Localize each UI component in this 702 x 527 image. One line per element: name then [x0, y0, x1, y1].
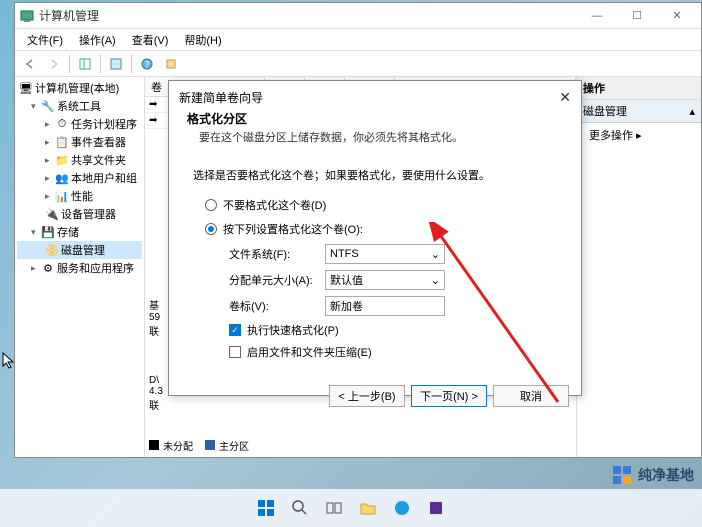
- cursor-icon: [2, 352, 16, 370]
- properties-button[interactable]: [105, 53, 127, 75]
- disk-icon: 📀: [45, 243, 59, 257]
- next-button[interactable]: 下一页(N) >: [411, 385, 487, 407]
- folder-icon: 📁: [55, 153, 69, 167]
- label-volume-label: 卷标(V):: [229, 298, 317, 314]
- label-filesystem: 文件系统(F):: [229, 246, 317, 262]
- menu-file[interactable]: 文件(F): [19, 30, 71, 50]
- refresh-button[interactable]: [160, 53, 182, 75]
- wizard-title: 新建简单卷向导: [179, 89, 263, 106]
- chevron-down-icon: ⌄: [431, 248, 440, 261]
- users-icon: 👥: [55, 171, 69, 185]
- help-button[interactable]: ?: [136, 53, 158, 75]
- chevron-right-icon: ▸: [636, 130, 642, 142]
- perf-icon: 📊: [55, 189, 69, 203]
- disk-info-basic: 基: [149, 297, 160, 312]
- app-icon[interactable]: [422, 494, 450, 522]
- checkbox-quick-format[interactable]: ✓ 执行快速格式化(P): [193, 319, 557, 341]
- tree-device-manager[interactable]: 🔌设备管理器: [17, 205, 142, 223]
- dvd-label: D\: [149, 375, 163, 386]
- tree-performance[interactable]: ▸📊性能: [17, 187, 142, 205]
- device-icon: 🔌: [45, 207, 59, 221]
- tree-event-viewer[interactable]: ▸📋事件查看器: [17, 133, 142, 151]
- checkbox-compression[interactable]: 启用文件和文件夹压缩(E): [193, 341, 557, 363]
- legend: 未分配 主分区: [149, 438, 249, 453]
- new-simple-volume-wizard: 新建简单卷向导 ✕ 格式化分区 要在这个磁盘分区上储存数据，你必须先将其格式化。…: [168, 80, 582, 396]
- back-button[interactable]: [19, 53, 41, 75]
- tree-disk-management[interactable]: 📀磁盘管理: [17, 241, 142, 259]
- radio-format[interactable]: 按下列设置格式化这个卷(O):: [193, 217, 557, 241]
- close-button[interactable]: ✕: [657, 4, 697, 28]
- disk-info-size: 59: [149, 312, 160, 323]
- wizard-close-button[interactable]: ✕: [559, 89, 571, 106]
- wizard-prompt: 选择是否要格式化这个卷；如果要格式化，要使用什么设置。: [193, 167, 557, 183]
- menu-action[interactable]: 操作(A): [71, 30, 124, 50]
- edge-icon[interactable]: [388, 494, 416, 522]
- wizard-subheading: 要在这个磁盘分区上储存数据，你必须先将其格式化。: [187, 129, 563, 145]
- window-title: 计算机管理: [39, 7, 577, 24]
- dvd-size: 4.3: [149, 386, 163, 397]
- radio-no-format[interactable]: 不要格式化这个卷(D): [193, 193, 557, 217]
- storage-icon: 💾: [41, 225, 55, 239]
- legend-unalloc-swatch: [149, 440, 159, 450]
- tree-task-scheduler[interactable]: ▸⏱任务计划程序: [17, 115, 142, 133]
- actions-more[interactable]: 更多操作 ▸: [577, 123, 701, 147]
- watermark-logo-icon: [612, 465, 632, 485]
- forward-button[interactable]: [43, 53, 65, 75]
- chevron-down-icon: ⌄: [431, 274, 440, 287]
- services-icon: ⚙: [41, 261, 55, 275]
- dvd-online: 联: [149, 397, 163, 412]
- minimize-button[interactable]: —: [577, 4, 617, 28]
- actions-panel: 操作 磁盘管理▴ 更多操作 ▸: [577, 77, 701, 457]
- actions-section[interactable]: 磁盘管理▴: [577, 100, 701, 123]
- maximize-button[interactable]: ☐: [617, 4, 657, 28]
- volume-label-input[interactable]: 新加卷: [325, 296, 445, 316]
- titlebar: 计算机管理 — ☐ ✕: [15, 3, 701, 29]
- svg-text:?: ?: [145, 60, 150, 69]
- tree-shared-folders[interactable]: ▸📁共享文件夹: [17, 151, 142, 169]
- watermark: 纯净基地: [612, 465, 694, 485]
- legend-primary-swatch: [205, 440, 215, 450]
- taskbar[interactable]: [0, 489, 702, 527]
- radio-icon: [205, 199, 217, 211]
- show-hide-button[interactable]: [74, 53, 96, 75]
- clock-icon: ⏱: [55, 117, 69, 131]
- cancel-button[interactable]: 取消: [493, 385, 569, 407]
- wizard-heading: 格式化分区: [187, 110, 563, 127]
- disk-info-online: 联: [149, 323, 160, 338]
- checkbox-icon: [229, 346, 241, 358]
- tools-icon: 🔧: [41, 99, 55, 113]
- nav-tree[interactable]: 🖥计算机管理(本地) ▾🔧系统工具 ▸⏱任务计划程序 ▸📋事件查看器 ▸📁共享文…: [15, 77, 145, 457]
- back-button[interactable]: < 上一步(B): [329, 385, 405, 407]
- tree-services-apps[interactable]: ▸⚙服务和应用程序: [17, 259, 142, 277]
- radio-icon: [205, 223, 217, 235]
- tree-local-users[interactable]: ▸👥本地用户和组: [17, 169, 142, 187]
- tree-system-tools[interactable]: ▾🔧系统工具: [17, 97, 142, 115]
- app-icon: [19, 8, 35, 24]
- menu-help[interactable]: 帮助(H): [176, 30, 229, 50]
- toolbar: ?: [15, 51, 701, 77]
- actions-header: 操作: [577, 77, 701, 100]
- start-button[interactable]: [252, 494, 280, 522]
- menu-view[interactable]: 查看(V): [124, 30, 177, 50]
- filesystem-select[interactable]: NTFS⌄: [325, 244, 445, 264]
- checkbox-icon: ✓: [229, 324, 241, 336]
- search-icon[interactable]: [286, 494, 314, 522]
- chevron-up-icon: ▴: [689, 105, 695, 118]
- event-icon: 📋: [55, 135, 69, 149]
- allocation-select[interactable]: 默认值⌄: [325, 270, 445, 290]
- task-view-icon[interactable]: [320, 494, 348, 522]
- label-allocation: 分配单元大小(A):: [229, 272, 317, 288]
- menubar: 文件(F) 操作(A) 查看(V) 帮助(H): [15, 29, 701, 51]
- tree-storage[interactable]: ▾💾存储: [17, 223, 142, 241]
- computer-icon: 🖥: [19, 81, 33, 95]
- tree-root[interactable]: 🖥计算机管理(本地): [17, 79, 142, 97]
- explorer-icon[interactable]: [354, 494, 382, 522]
